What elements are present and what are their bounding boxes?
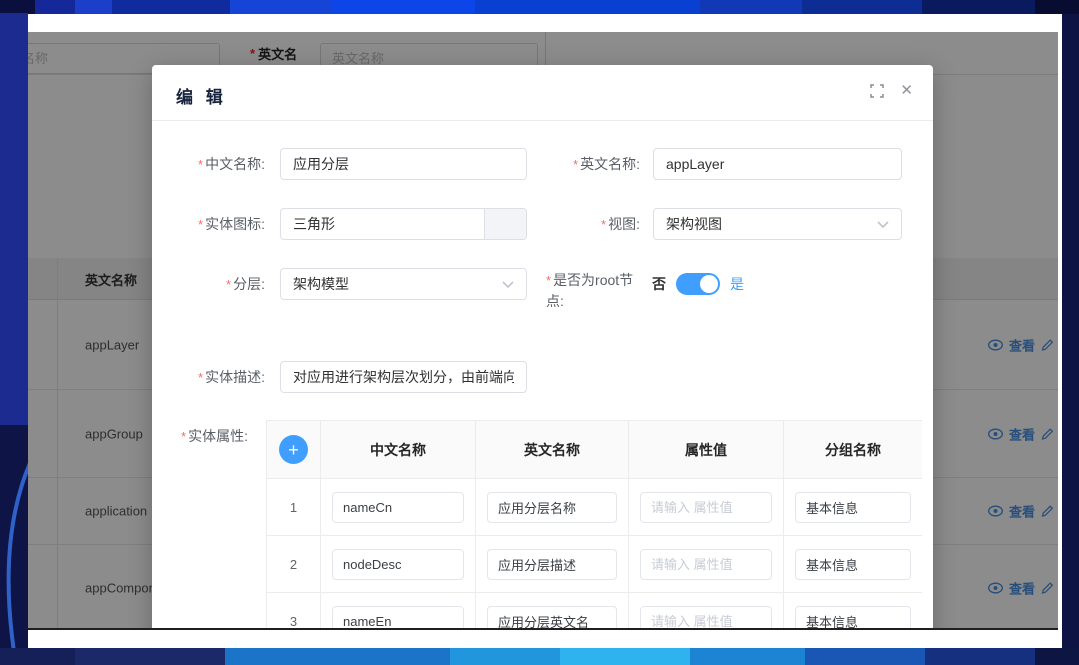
attr-group-input[interactable] bbox=[795, 606, 911, 631]
attr-group-input[interactable] bbox=[795, 492, 911, 523]
cn-name-input[interactable] bbox=[280, 148, 527, 180]
entity-desc-label: *实体描述: bbox=[155, 367, 265, 388]
attr-en-name-input[interactable] bbox=[487, 492, 617, 523]
attr-table-header: + 中文名称 英文名称 属性值 分组名称 bbox=[267, 421, 922, 479]
dialog-header: 编 辑 ✕ bbox=[152, 65, 933, 121]
root-toggle[interactable] bbox=[676, 273, 720, 295]
toggle-on-text: 是 bbox=[730, 274, 744, 294]
chevron-down-icon bbox=[502, 281, 514, 288]
toggle-off-text: 否 bbox=[652, 274, 666, 294]
app-window: * 英文名 英文名称 appLayer 查看 bbox=[28, 32, 1058, 630]
attr-row-index: 2 bbox=[290, 557, 297, 572]
attr-header-group: 分组名称 bbox=[784, 421, 922, 479]
en-name-label: *英文名称: bbox=[530, 154, 640, 175]
attr-cn-name-input[interactable] bbox=[332, 549, 464, 580]
left-art-strip bbox=[0, 13, 28, 665]
dialog-title: 编 辑 bbox=[176, 83, 227, 108]
entity-attrs-label: *实体属性: bbox=[138, 426, 248, 447]
attr-en-name-input[interactable] bbox=[487, 606, 617, 631]
attr-header-value: 属性值 bbox=[629, 421, 784, 479]
attr-header-cn-name: 中文名称 bbox=[321, 421, 476, 479]
attr-en-name-input[interactable] bbox=[487, 549, 617, 580]
attr-group-input[interactable] bbox=[795, 549, 911, 580]
is-root-label: *是否为root节点: bbox=[546, 270, 642, 311]
view-select[interactable]: 架构视图 bbox=[653, 208, 902, 240]
cn-name-label: *中文名称: bbox=[155, 154, 265, 175]
entity-icon-label: *实体图标: bbox=[155, 214, 265, 235]
layer-label: *分层: bbox=[155, 274, 265, 295]
top-mosaic-band bbox=[0, 0, 1079, 14]
entity-desc-input[interactable] bbox=[280, 361, 527, 393]
attr-cn-name-input[interactable] bbox=[332, 492, 464, 523]
attr-value-input[interactable] bbox=[640, 492, 772, 523]
entity-icon-field bbox=[280, 208, 527, 240]
layer-select-value: 架构模型 bbox=[293, 274, 349, 294]
attr-row: 2 bbox=[267, 536, 922, 593]
decorative-frame: * 英文名 英文名称 appLayer 查看 bbox=[0, 0, 1079, 665]
attr-row: 3 bbox=[267, 593, 922, 630]
view-select-value: 架构视图 bbox=[666, 214, 722, 234]
bottom-mosaic-band bbox=[0, 648, 1079, 665]
icon-picker-button[interactable] bbox=[484, 209, 526, 239]
attr-header-en-name: 英文名称 bbox=[476, 421, 629, 479]
attr-value-input[interactable] bbox=[640, 606, 772, 631]
chevron-down-icon bbox=[877, 221, 889, 228]
en-name-input[interactable] bbox=[653, 148, 902, 180]
close-icon[interactable]: ✕ bbox=[900, 83, 913, 98]
attr-value-input[interactable] bbox=[640, 549, 772, 580]
attr-row: 1 bbox=[267, 479, 922, 536]
attr-row-index: 1 bbox=[290, 500, 297, 515]
attr-row-index: 3 bbox=[290, 614, 297, 629]
view-label: *视图: bbox=[530, 214, 640, 235]
add-attribute-button[interactable]: + bbox=[279, 435, 308, 464]
fullscreen-icon[interactable] bbox=[870, 84, 884, 98]
swoosh-curve-art bbox=[0, 453, 28, 665]
layer-select[interactable]: 架构模型 bbox=[280, 268, 527, 300]
edit-dialog: 编 辑 ✕ *中文名称: *英文名称: *实体图标: bbox=[152, 65, 933, 630]
attr-cn-name-input[interactable] bbox=[332, 606, 464, 631]
attr-table: + 中文名称 英文名称 属性值 分组名称 1 2 bbox=[266, 420, 922, 630]
